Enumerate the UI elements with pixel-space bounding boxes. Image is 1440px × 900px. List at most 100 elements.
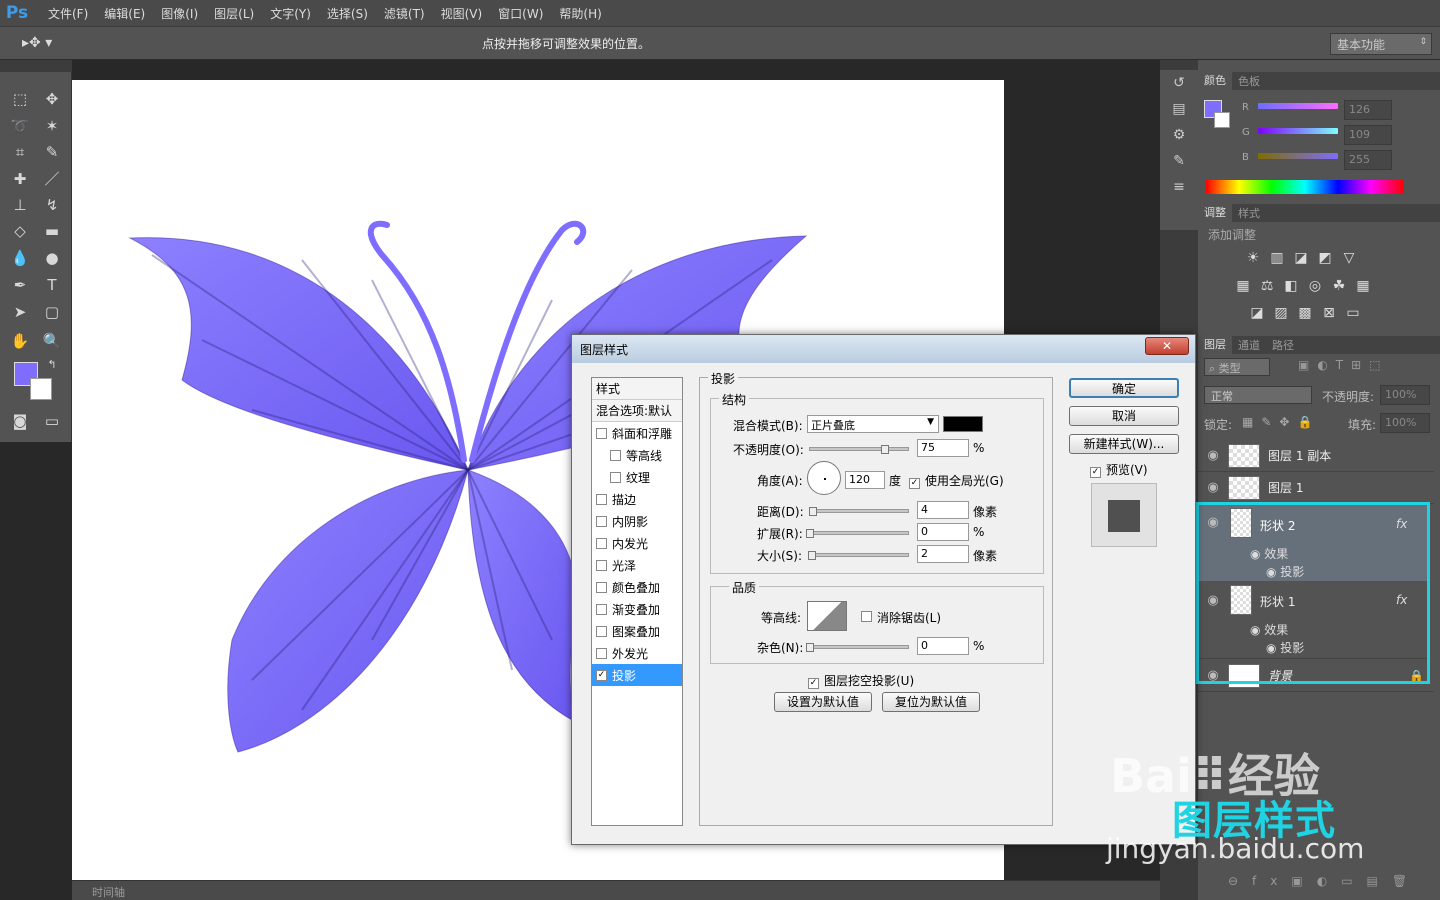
layer-row[interactable]: ◉ 图层 1 副本: [1198, 440, 1434, 472]
color-spectrum-ramp[interactable]: [1206, 180, 1404, 194]
swap-colors-icon[interactable]: ↰: [40, 354, 64, 376]
angle-input[interactable]: 120: [845, 471, 885, 489]
tab-layers[interactable]: 图层: [1198, 336, 1232, 354]
style-item[interactable]: 描边: [592, 488, 682, 510]
opacity-slider[interactable]: [809, 447, 909, 451]
r-value[interactable]: 126: [1344, 100, 1392, 120]
hue-icon[interactable]: ▦: [1232, 278, 1254, 298]
contour-picker[interactable]: [807, 601, 847, 631]
size-slider-thumb[interactable]: [808, 551, 816, 560]
character-icon[interactable]: ≡: [1160, 174, 1198, 200]
checkbox-unchecked[interactable]: [861, 611, 872, 622]
timeline-panel[interactable]: 时间轴: [72, 880, 1160, 900]
style-item[interactable]: 等高线: [592, 444, 682, 466]
dodge-tool-icon[interactable]: ●: [40, 247, 64, 269]
tab-color[interactable]: 颜色: [1198, 72, 1232, 90]
style-item[interactable]: 光泽: [592, 554, 682, 576]
spread-slider-thumb[interactable]: [806, 529, 814, 538]
antialias-checkbox[interactable]: 消除锯齿(L): [861, 609, 941, 626]
vibrance-icon[interactable]: ▽: [1338, 250, 1360, 270]
cancel-button[interactable]: 取消: [1069, 406, 1179, 426]
background-color-swatch[interactable]: [30, 378, 52, 400]
style-item[interactable]: 外发光: [592, 642, 682, 664]
shadow-color-swatch[interactable]: [943, 416, 983, 432]
style-item[interactable]: 内发光: [592, 532, 682, 554]
photo-filter-icon[interactable]: ◎: [1304, 278, 1326, 298]
checkbox-checked[interactable]: ✓: [596, 669, 607, 681]
workspace-select[interactable]: 基本功能 ⇕: [1330, 33, 1432, 55]
style-item[interactable]: 斜面和浮雕: [592, 422, 682, 444]
color-lookup-icon[interactable]: ▦: [1352, 278, 1374, 298]
shape-tool-icon[interactable]: ▢: [40, 301, 64, 323]
blend-mode-select[interactable]: 正常: [1204, 386, 1312, 404]
checkbox-unchecked[interactable]: [596, 515, 607, 527]
tool-presets-icon[interactable]: ⚙: [1160, 122, 1198, 148]
reset-default-button[interactable]: 复位为默认值: [882, 692, 980, 712]
tab-paths[interactable]: 路径: [1266, 337, 1300, 353]
channel-mixer-icon[interactable]: ☘: [1328, 278, 1350, 298]
style-item[interactable]: 内阴影: [592, 510, 682, 532]
style-item[interactable]: ✓ 投影: [592, 664, 682, 686]
opacity-input[interactable]: 75: [917, 439, 969, 457]
checkbox-unchecked[interactable]: [596, 647, 607, 659]
spread-slider[interactable]: [809, 531, 909, 535]
style-item[interactable]: 图案叠加: [592, 620, 682, 642]
set-default-button[interactable]: 设置为默认值: [774, 692, 872, 712]
bw-icon[interactable]: ◧: [1280, 278, 1302, 298]
checkbox-unchecked[interactable]: [596, 581, 607, 593]
clone-stamp-icon[interactable]: ⊥: [8, 194, 32, 216]
distance-slider-thumb[interactable]: [809, 507, 817, 516]
styles-header[interactable]: 样式: [592, 378, 682, 400]
marquee-tool-icon[interactable]: ⬚: [8, 88, 32, 110]
opacity-slider-thumb[interactable]: [881, 445, 889, 454]
blend-options-item[interactable]: 混合选项:默认: [592, 400, 682, 422]
blur-tool-icon[interactable]: 💧: [8, 247, 32, 269]
tab-styles[interactable]: 样式: [1232, 205, 1266, 221]
checkbox-unchecked[interactable]: [596, 537, 607, 549]
checkbox-checked[interactable]: ✓: [1090, 467, 1101, 478]
properties-icon[interactable]: ▤: [1160, 96, 1198, 122]
opacity-input[interactable]: 100%: [1380, 385, 1430, 405]
blend-mode-select[interactable]: 正片叠底 ▼: [807, 415, 939, 433]
new-style-button[interactable]: 新建样式(W)...: [1069, 434, 1179, 454]
zoom-tool-icon[interactable]: 🔍: [40, 330, 64, 352]
noise-slider[interactable]: [809, 645, 909, 649]
history-brush-icon[interactable]: ↯: [40, 194, 64, 216]
noise-slider-thumb[interactable]: [806, 643, 814, 652]
magic-wand-icon[interactable]: ✶: [40, 115, 64, 137]
checkbox-checked[interactable]: ✓: [808, 678, 819, 689]
selective-color-icon[interactable]: ⊠: [1318, 305, 1340, 325]
menu-file[interactable]: 文件(F): [48, 5, 88, 22]
brush-presets-icon[interactable]: ✎: [1160, 148, 1198, 174]
r-slider[interactable]: [1258, 103, 1338, 109]
checkbox-unchecked[interactable]: [596, 625, 607, 637]
checkbox-unchecked[interactable]: [610, 449, 621, 461]
layers-bottom-icons[interactable]: ⊖fx▣◐▭▤🗑: [1228, 874, 1421, 888]
gradient-map-icon[interactable]: ▭: [1342, 305, 1364, 325]
menu-layer[interactable]: 图层(L): [214, 5, 254, 22]
color-bg-swatch[interactable]: [1214, 112, 1230, 128]
checkbox-unchecked[interactable]: [596, 603, 607, 615]
distance-input[interactable]: 4: [917, 501, 969, 519]
menu-help[interactable]: 帮助(H): [559, 5, 601, 22]
close-button[interactable]: ✕: [1145, 337, 1189, 355]
style-item[interactable]: 颜色叠加: [592, 576, 682, 598]
path-selection-icon[interactable]: ➤: [8, 301, 32, 323]
fill-input[interactable]: 100%: [1380, 413, 1430, 433]
move-tool-preset-icon[interactable]: ▸✥ ▾: [22, 35, 52, 51]
style-item[interactable]: 渐变叠加: [592, 598, 682, 620]
curves-icon[interactable]: ◪: [1290, 250, 1312, 270]
healing-brush-icon[interactable]: ✚: [8, 168, 32, 190]
brush-tool-icon[interactable]: ／: [40, 168, 64, 190]
layer-filter-select[interactable]: ⌕ 类型: [1204, 358, 1270, 376]
menu-edit[interactable]: 编辑(E): [104, 5, 145, 22]
color-balance-icon[interactable]: ⚖: [1256, 278, 1278, 298]
menu-select[interactable]: 选择(S): [327, 5, 368, 22]
b-slider[interactable]: [1258, 153, 1338, 159]
lasso-tool-icon[interactable]: ➰: [8, 115, 32, 137]
menu-window[interactable]: 窗口(W): [498, 5, 543, 22]
screen-mode-icon[interactable]: ▭: [40, 410, 64, 432]
global-light-checkbox[interactable]: ✓ 使用全局光(G): [909, 472, 1004, 489]
g-value[interactable]: 109: [1344, 125, 1392, 145]
menu-type[interactable]: 文字(Y): [270, 5, 311, 22]
